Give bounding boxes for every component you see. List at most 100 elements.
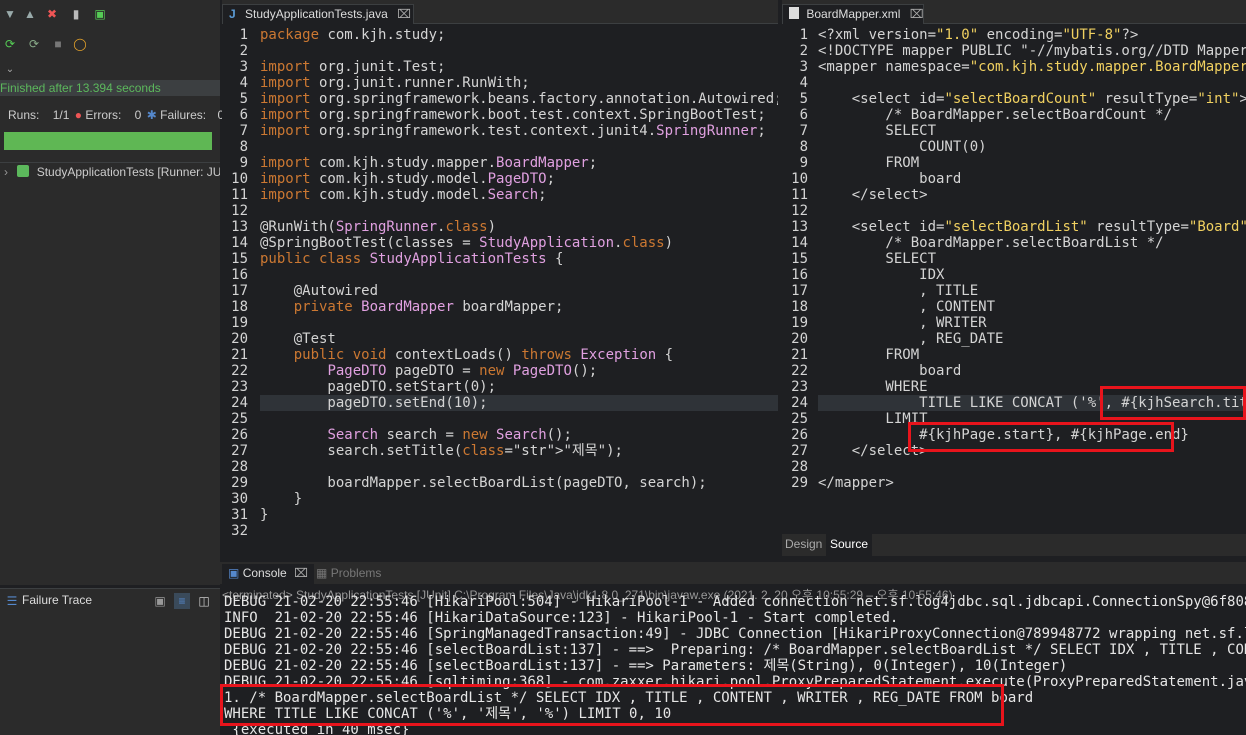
code-line[interactable]: SELECT [818, 123, 1246, 139]
code-line[interactable]: </select> [818, 187, 1246, 203]
code-line[interactable]: FROM [818, 155, 1246, 171]
expand-arrow-icon[interactable]: › [4, 165, 8, 179]
tab-source[interactable]: Source [826, 534, 873, 556]
code-line[interactable]: , REG_DATE [818, 331, 1246, 347]
code-line[interactable]: } [260, 491, 778, 507]
code-line[interactable]: @RunWith(SpringRunner.class) [260, 219, 778, 235]
code-line[interactable]: @Autowired [260, 283, 778, 299]
code-line[interactable]: board [818, 171, 1246, 187]
code-line[interactable] [260, 523, 778, 539]
chevron-down-icon[interactable]: ⌄ [2, 62, 18, 78]
stop-icon[interactable]: ■ [50, 36, 66, 52]
code-line[interactable]: <select id="selectBoardCount" resultType… [818, 91, 1246, 107]
tree-item-label: StudyApplicationTests [Runner: JU [36, 165, 220, 179]
line-number: 4 [799, 75, 808, 91]
line-number: 30 [231, 491, 248, 507]
close-icon[interactable]: ⌧ [910, 7, 924, 21]
code-line[interactable]: boardMapper.selectBoardList(pageDTO, sea… [260, 475, 778, 491]
code-line[interactable]: @Test [260, 331, 778, 347]
code-line[interactable]: COUNT(0) [818, 139, 1246, 155]
java-code[interactable]: package com.kjh.study; import org.junit.… [260, 27, 778, 539]
tab-board-mapper-xml[interactable]: BoardMapper.xml ⌧ [782, 4, 924, 24]
line-number: 13 [231, 219, 248, 235]
rerun-failed-icon[interactable]: ⟳ [26, 36, 42, 52]
monitor-icon[interactable]: ▣ [152, 593, 168, 609]
code-line[interactable]: import org.springframework.test.context.… [260, 123, 778, 139]
code-line[interactable]: import org.springframework.beans.factory… [260, 91, 778, 107]
code-line[interactable] [260, 267, 778, 283]
code-line[interactable] [818, 203, 1246, 219]
code-line[interactable]: </mapper> [818, 475, 1246, 491]
tab-design[interactable]: Design [785, 537, 822, 551]
test-tree-item[interactable]: › StudyApplicationTests [Runner: JU [4, 165, 220, 179]
java-line-numbers: 1 2 3 4 5 6 7 8 9 10 11 12 13 14 15 16 17 18 19 20 21 22 23 24 2… [222, 27, 248, 539]
line-number: 11 [791, 187, 808, 203]
history-icon[interactable]: ◯ [72, 36, 88, 52]
code-line[interactable]: pageDTO.setStart(0); [260, 379, 778, 395]
code-line[interactable]: pageDTO.setEnd(10); [260, 395, 778, 411]
code-line[interactable]: PageDTO pageDTO = new PageDTO(); [260, 363, 778, 379]
code-line[interactable]: @SpringBootTest(classes = StudyApplicati… [260, 235, 778, 251]
show-failures-only-icon[interactable]: ✖ [44, 6, 60, 22]
layout-icon[interactable]: ▣ [92, 6, 108, 22]
next-failure-icon[interactable]: ▼ [2, 6, 18, 22]
code-line[interactable]: , TITLE [818, 283, 1246, 299]
code-line[interactable]: public void contextLoads() throws Except… [260, 347, 778, 363]
code-line[interactable]: , WRITER [818, 315, 1246, 331]
code-line[interactable]: } [260, 507, 778, 523]
code-line[interactable]: <!DOCTYPE mapper PUBLIC "-//mybatis.org/… [818, 43, 1246, 59]
line-number: 14 [791, 235, 808, 251]
code-line[interactable]: import org.junit.Test; [260, 59, 778, 75]
close-icon[interactable]: ⌧ [397, 7, 411, 21]
code-line[interactable]: package com.kjh.study; [260, 27, 778, 43]
code-line[interactable]: SELECT [818, 251, 1246, 267]
compare-icon[interactable]: ◫ [196, 593, 212, 609]
errors-label: Errors: [85, 108, 122, 122]
code-line[interactable]: import com.kjh.study.mapper.BoardMapper; [260, 155, 778, 171]
code-line[interactable]: public class StudyApplicationTests { [260, 251, 778, 267]
line-number: 6 [239, 107, 248, 123]
line-number: 19 [791, 315, 808, 331]
code-line[interactable] [260, 315, 778, 331]
line-number: 3 [799, 59, 808, 75]
code-line[interactable] [818, 459, 1246, 475]
progress-fill [4, 132, 212, 150]
code-line[interactable]: import org.junit.runner.RunWith; [260, 75, 778, 91]
code-line[interactable]: search.setTitle(class="str">"제목"); [260, 443, 778, 459]
code-line[interactable]: /* BoardMapper.selectBoardList */ [818, 235, 1246, 251]
scroll-lock-icon[interactable]: ▮ [68, 6, 84, 22]
code-line[interactable]: <select id="selectBoardList" resultType=… [818, 219, 1246, 235]
run-counters: Runs: 1/1 ● Errors: 0 ✱ Failures: 0 [8, 108, 224, 122]
line-number: 25 [791, 411, 808, 427]
rerun-icon[interactable]: ⟳ [2, 36, 18, 52]
highlight-limit [908, 422, 1174, 452]
tab-console[interactable]: ▣ Console ⌧ [222, 564, 314, 584]
code-line[interactable]: FROM [818, 347, 1246, 363]
line-number: 12 [791, 203, 808, 219]
code-line[interactable] [818, 75, 1246, 91]
code-line[interactable]: <?xml version="1.0" encoding="UTF-8"?> [818, 27, 1246, 43]
code-line[interactable]: <mapper namespace="com.kjh.study.mapper.… [818, 59, 1246, 75]
status-bar: Finished after 13.394 seconds [0, 80, 220, 96]
code-line[interactable] [260, 43, 778, 59]
tab-study-application-tests[interactable]: J StudyApplicationTests.java ⌧ [222, 4, 414, 24]
close-icon[interactable]: ⌧ [294, 566, 308, 580]
code-line[interactable]: IDX [818, 267, 1246, 283]
previous-failure-icon[interactable]: ▲ [22, 6, 38, 22]
code-line[interactable]: board [818, 363, 1246, 379]
code-line[interactable]: Search search = new Search(); [260, 427, 778, 443]
code-line[interactable] [260, 139, 778, 155]
code-line[interactable]: private BoardMapper boardMapper; [260, 299, 778, 315]
code-line[interactable] [260, 459, 778, 475]
code-line[interactable]: import com.kjh.study.model.Search; [260, 187, 778, 203]
tab-problems[interactable]: ▦ Problems [316, 566, 381, 580]
code-line[interactable]: , CONTENT [818, 299, 1246, 315]
code-line[interactable]: import com.kjh.study.model.PageDTO; [260, 171, 778, 187]
code-line[interactable]: import org.springframework.boot.test.con… [260, 107, 778, 123]
java-editor: J StudyApplicationTests.java ⌧ 123456789… [222, 0, 778, 560]
filter-stack-icon[interactable]: ≡ [174, 593, 190, 609]
line-number: 16 [791, 267, 808, 283]
code-line[interactable] [260, 203, 778, 219]
code-line[interactable] [260, 411, 778, 427]
code-line[interactable]: /* BoardMapper.selectBoardCount */ [818, 107, 1246, 123]
